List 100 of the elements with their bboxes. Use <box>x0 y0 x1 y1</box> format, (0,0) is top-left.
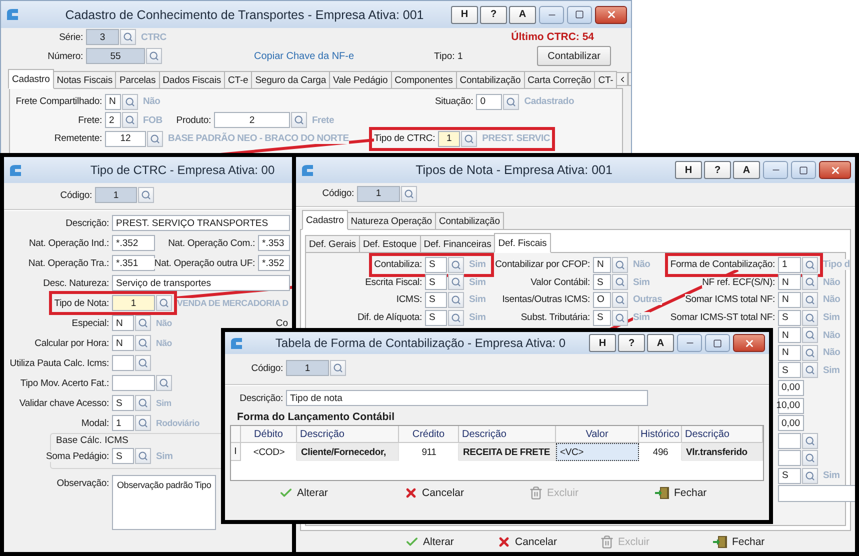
input-field[interactable]: 1 <box>112 295 155 311</box>
lookup-button[interactable] <box>146 48 162 64</box>
input-field[interactable]: 2 <box>214 112 290 128</box>
input-field[interactable]: 1 <box>357 186 400 202</box>
lookup-button[interactable] <box>802 432 818 449</box>
tab[interactable]: Contabilização <box>434 212 504 230</box>
input-field[interactable]: 0,00 <box>778 380 804 396</box>
input-field[interactable]: 2 <box>105 112 121 128</box>
lookup-button[interactable] <box>135 415 151 431</box>
maximize-button[interactable] <box>791 161 816 179</box>
input-field[interactable]: S <box>593 274 611 290</box>
lookup-button[interactable] <box>802 362 818 378</box>
title-bar-button[interactable]: A <box>733 161 760 179</box>
lookup-button[interactable] <box>291 112 307 128</box>
cancel-button[interactable]: Cancelar <box>402 485 466 501</box>
lookup-button[interactable] <box>135 335 151 351</box>
lookup-button[interactable] <box>802 256 818 273</box>
input-field[interactable]: 1 <box>438 130 460 146</box>
lookup-button[interactable] <box>448 310 464 326</box>
input-field[interactable]: 10,00 <box>778 398 804 414</box>
cancel-button[interactable]: Cancelar <box>495 534 560 550</box>
lookup-button[interactable] <box>135 315 151 331</box>
tab[interactable]: CT- <box>594 71 618 89</box>
input-field[interactable] <box>112 355 134 371</box>
close-button[interactable]: Fechar <box>652 485 709 501</box>
lookup-button[interactable] <box>802 327 818 344</box>
input-field[interactable]: S <box>425 310 447 326</box>
input-field[interactable]: 12 <box>105 130 146 146</box>
close-button[interactable] <box>819 161 851 179</box>
lookup-button[interactable] <box>147 130 163 146</box>
column-header[interactable]: Débito <box>241 426 297 443</box>
lookup-button[interactable] <box>802 274 818 290</box>
title-bar-button[interactable]: A <box>647 334 674 352</box>
lookup-button[interactable] <box>135 448 151 464</box>
input-field[interactable]: Tipo de nota <box>286 390 648 406</box>
column-header[interactable]: Crédito <box>399 426 459 443</box>
confirm-button[interactable]: Alterar <box>403 534 456 550</box>
lookup-button[interactable] <box>156 375 172 391</box>
lookup-button[interactable] <box>503 94 520 110</box>
input-field[interactable]: N <box>778 344 801 361</box>
input-field[interactable]: 0,00 <box>778 415 804 432</box>
lookup-button[interactable] <box>156 295 172 311</box>
close-button[interactable] <box>595 6 627 24</box>
lookup-button[interactable] <box>138 187 154 203</box>
lookup-button[interactable] <box>461 130 478 146</box>
input-field[interactable]: S <box>425 274 447 290</box>
title-bar-button[interactable]: ? <box>704 161 731 179</box>
input-field[interactable] <box>112 375 155 391</box>
input-field[interactable]: 55 <box>86 48 145 64</box>
input-field[interactable]: S <box>778 468 801 484</box>
input-field[interactable]: N <box>105 94 121 110</box>
tab-scroll-button[interactable] <box>616 72 628 86</box>
maximize-button[interactable] <box>567 6 592 24</box>
input-field[interactable] <box>778 432 801 449</box>
lookup-button[interactable] <box>448 274 464 290</box>
text-area[interactable]: Observação padrão Tipo <box>112 475 216 530</box>
title-bar-button[interactable]: ? <box>618 334 645 352</box>
title-bar-button[interactable]: H <box>589 334 616 352</box>
input-field[interactable]: S <box>112 448 134 464</box>
input-field[interactable]: *.352 <box>112 235 155 251</box>
column-header[interactable]: Descrição <box>459 426 556 443</box>
input-field[interactable]: 1 <box>95 187 137 203</box>
lookup-button[interactable] <box>802 468 818 484</box>
lookup-button[interactable] <box>448 256 464 273</box>
title-bar-button[interactable]: ? <box>480 6 507 24</box>
lookup-button[interactable] <box>802 310 818 326</box>
tab[interactable]: Def. Estoque <box>358 235 421 253</box>
title-bar-button[interactable]: H <box>451 6 478 24</box>
input-field[interactable]: PREST. SERVIÇO TRANSPORTES <box>112 215 290 231</box>
confirm-button[interactable]: Alterar <box>277 485 330 501</box>
input-field[interactable]: S <box>112 395 134 411</box>
close-button[interactable]: Fechar <box>710 534 767 550</box>
tab[interactable]: Def. Fiscais <box>494 233 551 253</box>
lookup-button[interactable] <box>612 292 628 308</box>
title-bar-button[interactable]: A <box>509 6 536 24</box>
close-button[interactable] <box>733 334 765 352</box>
copy-link[interactable]: Copiar Chave da NF-e <box>254 50 354 62</box>
tab[interactable]: Cadastro <box>302 210 348 230</box>
input-field[interactable]: 0 <box>476 94 502 110</box>
action-button[interactable]: Contabilizar <box>537 46 611 66</box>
tab[interactable]: Def. Financeiras <box>420 235 496 253</box>
input-field[interactable]: S <box>593 310 611 326</box>
lookup-button[interactable] <box>612 256 628 273</box>
input-field[interactable]: 1 <box>112 415 134 431</box>
tab[interactable]: Cadastro <box>8 69 54 89</box>
input-field[interactable]: S <box>778 362 801 378</box>
input-field[interactable]: *.351 <box>112 255 155 271</box>
text-area[interactable] <box>778 485 855 502</box>
input-field[interactable] <box>778 450 801 466</box>
lookup-button[interactable] <box>802 292 818 308</box>
input-field[interactable]: *.353 <box>258 235 290 251</box>
input-field[interactable]: *.352 <box>258 255 290 271</box>
input-field[interactable]: N <box>593 256 611 273</box>
input-field[interactable]: 3 <box>86 29 119 45</box>
title-bar-button[interactable]: H <box>675 161 702 179</box>
lookup-button[interactable] <box>448 292 464 308</box>
input-field[interactable]: N <box>112 335 134 351</box>
input-field[interactable]: 1 <box>778 256 801 273</box>
input-field[interactable]: Serviço de transportes <box>112 275 290 291</box>
lookup-button[interactable] <box>612 274 628 290</box>
